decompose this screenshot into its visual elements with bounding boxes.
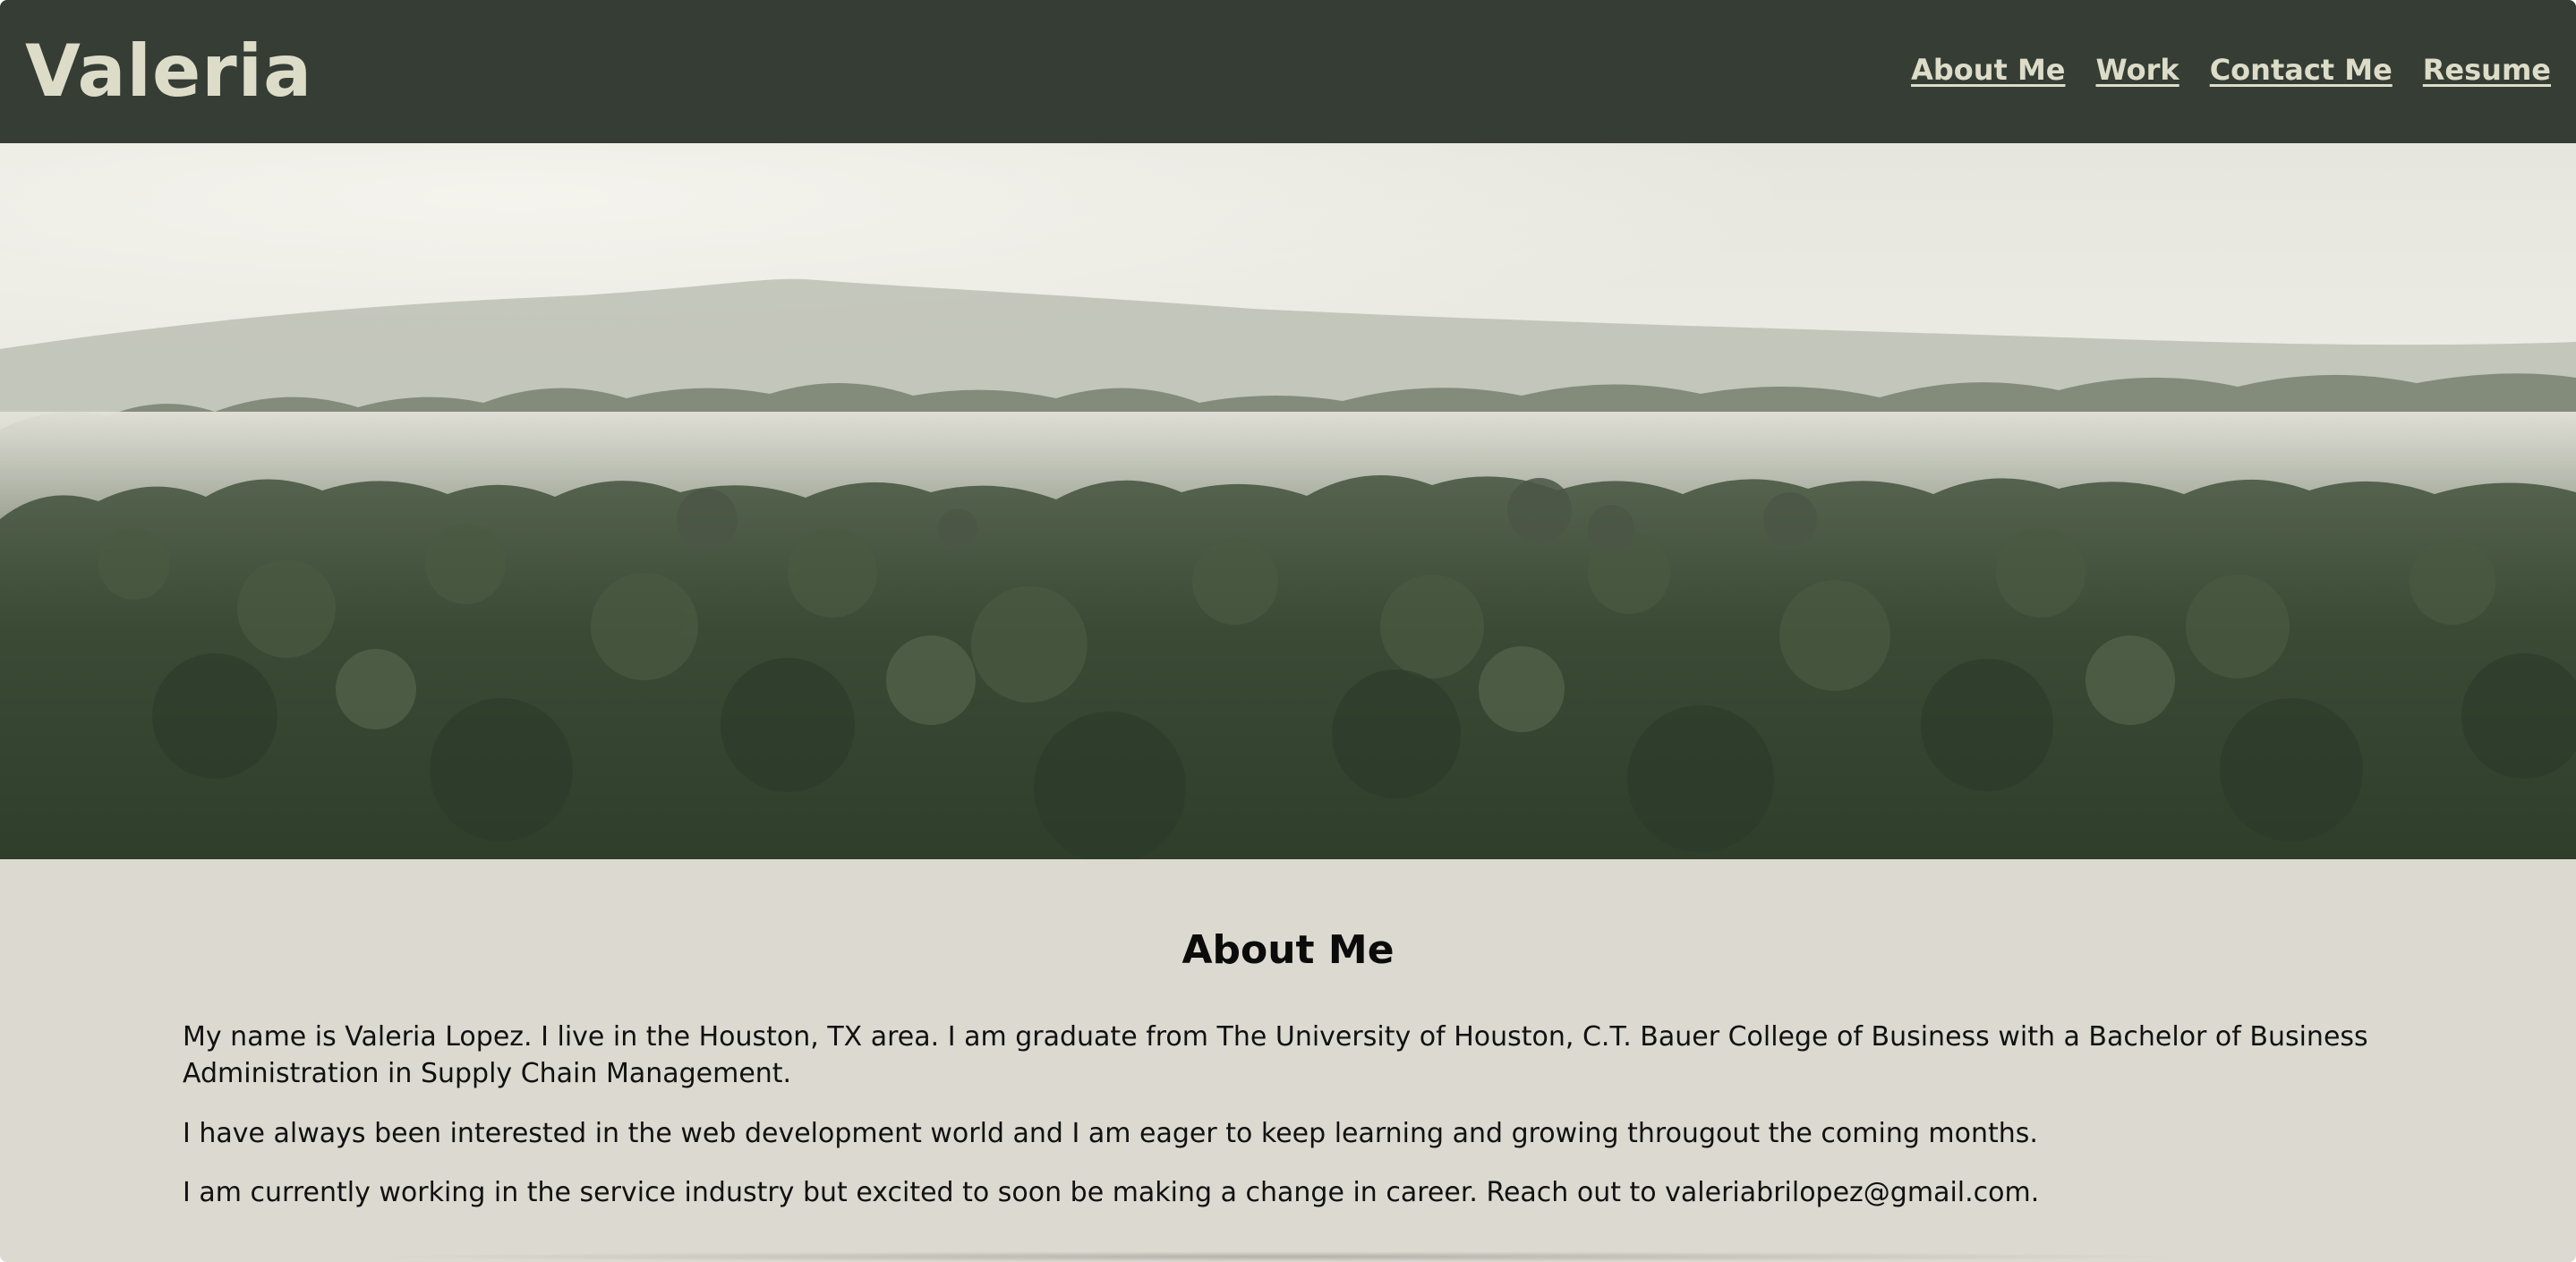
bottom-shadow <box>358 1251 2202 1262</box>
about-paragraph-2: I have always been interested in the web… <box>183 1118 2038 1149</box>
nav-link-about-me[interactable]: About Me <box>1911 52 2065 88</box>
nav-link-resume[interactable]: Resume <box>2423 52 2551 88</box>
about-paragraph-1: My name is Valeria Lopez. I live in the … <box>183 1021 2368 1089</box>
site-header: Valeria About Me Work Contact Me Resume <box>0 0 2576 144</box>
page: Valeria About Me Work Contact Me Resume <box>0 0 2576 1262</box>
about-title: About Me <box>1181 927 1395 973</box>
about-paragraph-3: I am currently working in the service in… <box>183 1177 2040 1208</box>
main-nav: About Me Work Contact Me Resume <box>1911 52 2551 88</box>
about-section: About Me My name is Valeria Lopez. I liv… <box>0 859 2576 1262</box>
nav-link-contact-me[interactable]: Contact Me <box>2210 52 2393 88</box>
nav-link-work[interactable]: Work <box>2095 52 2179 88</box>
site-brand[interactable]: Valeria <box>25 27 312 116</box>
hero-forest-image <box>0 143 2576 859</box>
